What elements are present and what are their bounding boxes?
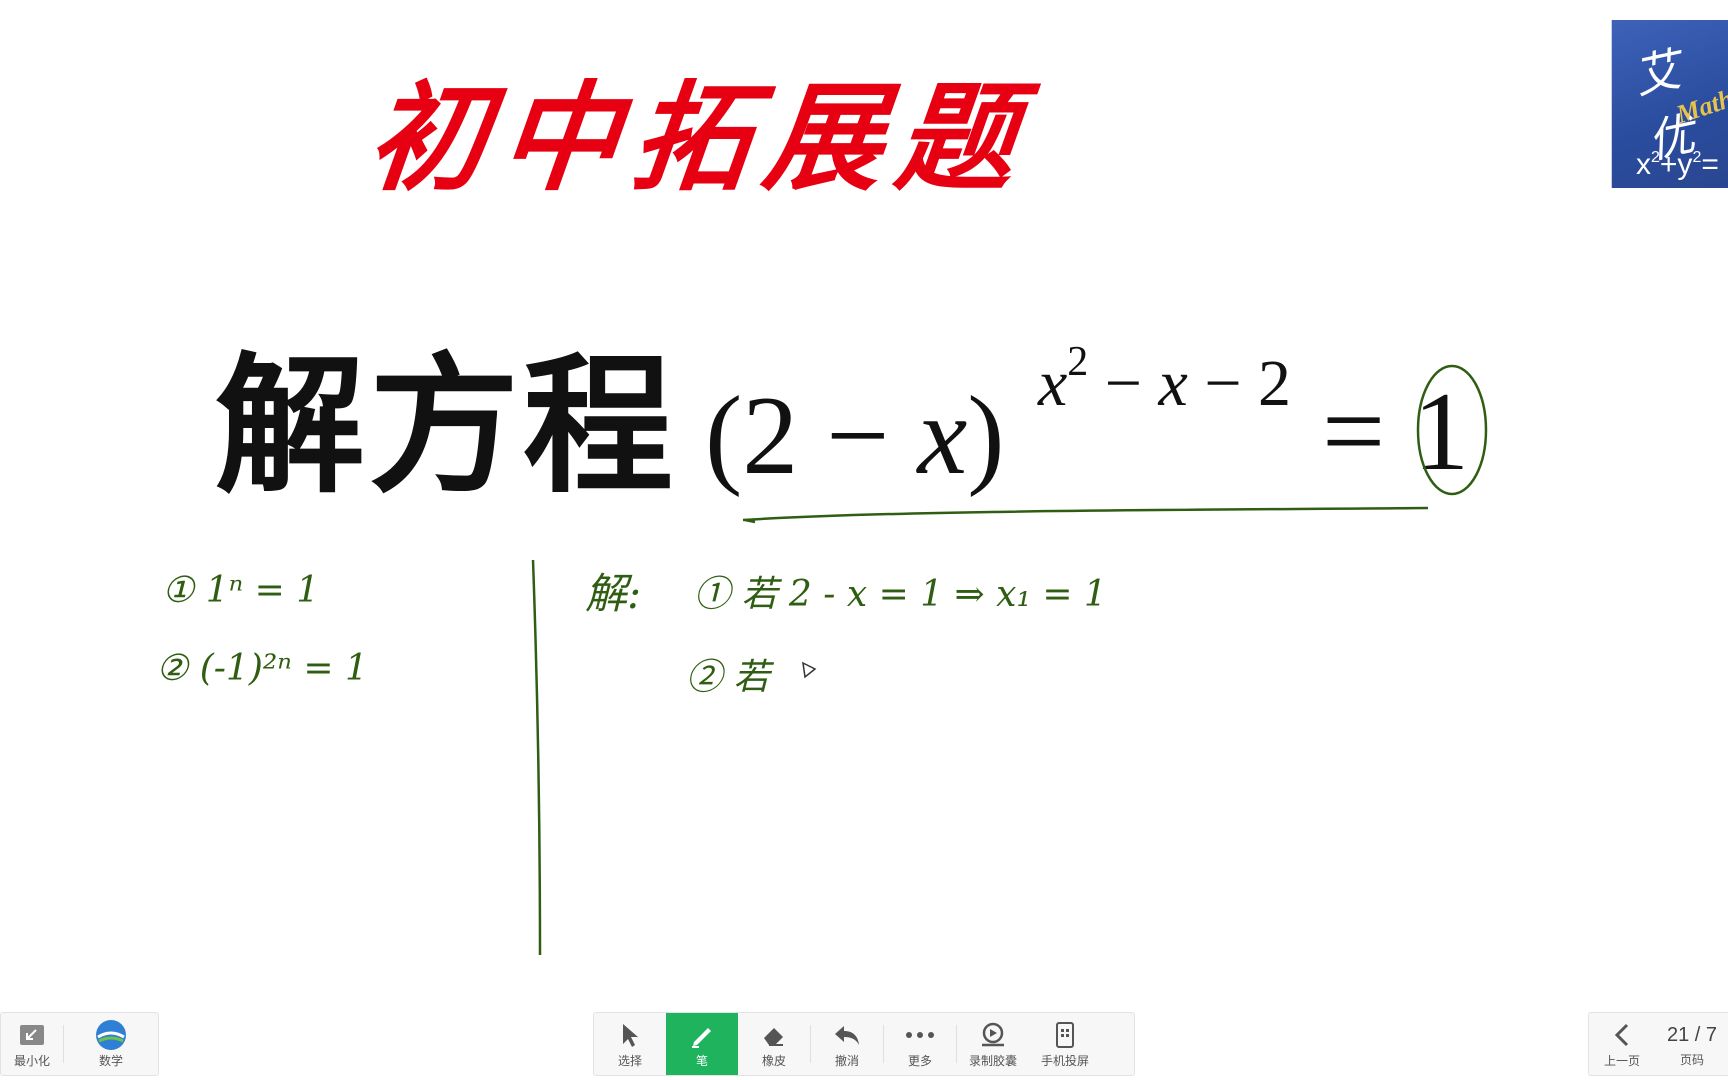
note-case-2: ② (-1)²ⁿ = 1 [156,648,368,689]
cursor-arrow-icon [619,1020,641,1050]
equation-exponent: x2 − x − 2 [1038,339,1292,420]
select-button[interactable]: 选择 [594,1013,666,1075]
equation-base: (2 − x) [705,374,1005,498]
divider-line [531,559,542,956]
record-capsule-button[interactable]: 录制胶囊 [957,1013,1029,1075]
center-toolbar: 选择 笔 橡皮 撤消 更多 录制胶囊 手机投屏 [593,1012,1135,1076]
whiteboard-canvas[interactable]: 初中拓展题 解方程 (2 − x) x2 − x − 2 = 1 ① 1ⁿ = … [0,0,1728,1080]
chevron-left-icon [1613,1020,1631,1050]
more-button[interactable]: 更多 [884,1013,956,1075]
subject-globe-icon [95,1019,127,1050]
board-title: 初中拓展题 [361,68,1037,207]
underline-stroke [742,506,1429,522]
subject-button[interactable]: 数学 [64,1013,158,1075]
minimize-icon [19,1020,45,1050]
solution-step-1: ① 若 2 - x = 1 ⇒ x₁ = 1 [694,574,1107,615]
solution-label: 解: [585,569,642,618]
solution-step-2: ② 若 [686,657,770,698]
brand-logo: 艾优 Math x2+y2= [1611,20,1728,188]
minimize-button[interactable]: 最小化 [1,1013,63,1075]
page-number: 21 / 7 [1666,1024,1718,1046]
eraser-icon [761,1020,787,1050]
phone-icon [1055,1020,1075,1050]
record-capsule-icon [978,1020,1008,1050]
undo-button[interactable]: 撤消 [811,1013,883,1075]
page-indicator[interactable]: 21 / 7 页码 [1655,1013,1728,1075]
right-toolbar: 上一页 21 / 7 页码 [1588,1012,1728,1076]
left-toolbar: 最小化 数学 [0,1012,159,1076]
undo-arrow-icon [833,1020,861,1050]
more-dots-icon [905,1020,935,1050]
pen-icon [689,1020,715,1050]
eraser-button[interactable]: 橡皮 [738,1013,810,1075]
note-case-1: ① 1ⁿ = 1 [162,570,320,611]
prev-page-button[interactable]: 上一页 [1589,1013,1655,1075]
logo-formula: x2+y2= [1636,148,1719,181]
pen-button[interactable]: 笔 [666,1013,738,1075]
mouse-cursor [802,661,817,679]
equation-prefix: 解方程 [215,338,678,514]
equation-rhs: = 1 [1322,370,1470,494]
phone-cast-button[interactable]: 手机投屏 [1029,1013,1101,1075]
